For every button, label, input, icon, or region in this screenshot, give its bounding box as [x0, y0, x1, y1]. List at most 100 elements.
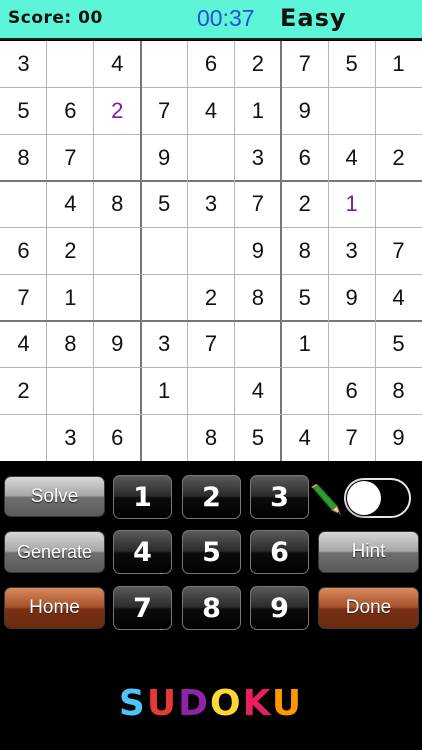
timer: 00:37 — [197, 5, 255, 31]
cell-r4-c7[interactable]: 2 — [281, 181, 328, 228]
cell-r6-c3[interactable] — [94, 274, 141, 321]
cell-r3-c6[interactable]: 3 — [234, 134, 281, 181]
cell-r1-c5[interactable]: 6 — [188, 41, 235, 88]
number-button-9[interactable]: 9 — [250, 586, 309, 630]
cell-r5-c9[interactable]: 7 — [375, 228, 422, 275]
cell-r1-c6[interactable]: 2 — [234, 41, 281, 88]
cell-r3-c3[interactable] — [94, 134, 141, 181]
cell-r2-c9[interactable] — [375, 88, 422, 135]
cell-r4-c9[interactable] — [375, 181, 422, 228]
cell-r3-c4[interactable]: 9 — [141, 134, 188, 181]
cell-r5-c3[interactable] — [94, 228, 141, 275]
pencil-icon[interactable] — [309, 484, 343, 516]
cell-r6-c6[interactable]: 8 — [234, 274, 281, 321]
cell-r1-c2[interactable] — [47, 41, 94, 88]
cell-r6-c2[interactable]: 1 — [47, 274, 94, 321]
cell-r9-c1[interactable] — [0, 414, 47, 461]
cell-r6-c5[interactable]: 2 — [188, 274, 235, 321]
grid-line — [0, 320, 422, 322]
cell-r7-c8[interactable] — [328, 321, 375, 368]
cell-r3-c1[interactable]: 8 — [0, 134, 47, 181]
cell-r1-c1[interactable]: 3 — [0, 41, 47, 88]
cell-r3-c8[interactable]: 4 — [328, 134, 375, 181]
cell-r7-c6[interactable] — [234, 321, 281, 368]
cell-r5-c4[interactable] — [141, 228, 188, 275]
cell-r2-c7[interactable]: 9 — [281, 88, 328, 135]
cell-r2-c5[interactable]: 4 — [188, 88, 235, 135]
cell-r5-c2[interactable]: 2 — [47, 228, 94, 275]
cell-r7-c7[interactable]: 1 — [281, 321, 328, 368]
cell-r8-c1[interactable]: 2 — [0, 368, 47, 415]
cell-r2-c4[interactable]: 7 — [141, 88, 188, 135]
cell-r4-c8[interactable]: 1 — [328, 181, 375, 228]
cell-r6-c7[interactable]: 5 — [281, 274, 328, 321]
cell-r5-c1[interactable]: 6 — [0, 228, 47, 275]
cell-r9-c4[interactable] — [141, 414, 188, 461]
cell-r4-c5[interactable]: 3 — [188, 181, 235, 228]
cell-r4-c2[interactable]: 4 — [47, 181, 94, 228]
cell-r9-c2[interactable]: 3 — [47, 414, 94, 461]
cell-r8-c8[interactable]: 6 — [328, 368, 375, 415]
pencil-mode-toggle[interactable] — [344, 478, 411, 518]
cell-r9-c7[interactable]: 4 — [281, 414, 328, 461]
title-letter: U — [146, 683, 179, 724]
generate-button[interactable]: Generate — [4, 531, 105, 573]
cell-r4-c6[interactable]: 7 — [234, 181, 281, 228]
cell-r3-c7[interactable]: 6 — [281, 134, 328, 181]
cell-r9-c6[interactable]: 5 — [234, 414, 281, 461]
home-button[interactable]: Home — [4, 587, 105, 629]
number-button-4[interactable]: 4 — [113, 530, 172, 574]
cell-r5-c6[interactable]: 9 — [234, 228, 281, 275]
cell-r7-c4[interactable]: 3 — [141, 321, 188, 368]
cell-r8-c5[interactable] — [188, 368, 235, 415]
cell-r9-c8[interactable]: 7 — [328, 414, 375, 461]
cell-r2-c3[interactable]: 2 — [94, 88, 141, 135]
cell-r8-c9[interactable]: 8 — [375, 368, 422, 415]
cell-r2-c1[interactable]: 5 — [0, 88, 47, 135]
cell-r4-c1[interactable] — [0, 181, 47, 228]
cell-r5-c7[interactable]: 8 — [281, 228, 328, 275]
solve-button[interactable]: Solve — [4, 476, 105, 517]
number-button-8[interactable]: 8 — [182, 586, 241, 630]
cell-r8-c6[interactable]: 4 — [234, 368, 281, 415]
cell-r3-c2[interactable]: 7 — [47, 134, 94, 181]
cell-r8-c2[interactable] — [47, 368, 94, 415]
cell-r9-c9[interactable]: 9 — [375, 414, 422, 461]
cell-r8-c4[interactable]: 1 — [141, 368, 188, 415]
cell-r7-c1[interactable]: 4 — [0, 321, 47, 368]
cell-r5-c8[interactable]: 3 — [328, 228, 375, 275]
cell-r6-c8[interactable]: 9 — [328, 274, 375, 321]
cell-r7-c9[interactable]: 5 — [375, 321, 422, 368]
cell-r1-c4[interactable] — [141, 41, 188, 88]
cell-r2-c6[interactable]: 1 — [234, 88, 281, 135]
cell-r6-c1[interactable]: 7 — [0, 274, 47, 321]
cell-r3-c9[interactable]: 2 — [375, 134, 422, 181]
cell-r9-c5[interactable]: 8 — [188, 414, 235, 461]
cell-r8-c3[interactable] — [94, 368, 141, 415]
number-button-1[interactable]: 1 — [113, 475, 172, 519]
number-button-2[interactable]: 2 — [182, 475, 241, 519]
cell-r6-c9[interactable]: 4 — [375, 274, 422, 321]
cell-r2-c8[interactable] — [328, 88, 375, 135]
cell-r8-c7[interactable] — [281, 368, 328, 415]
cell-r4-c3[interactable]: 8 — [94, 181, 141, 228]
number-button-5[interactable]: 5 — [182, 530, 241, 574]
number-button-6[interactable]: 6 — [250, 530, 309, 574]
cell-r4-c4[interactable]: 5 — [141, 181, 188, 228]
cell-r6-c4[interactable] — [141, 274, 188, 321]
cell-r7-c3[interactable]: 9 — [94, 321, 141, 368]
cell-r7-c5[interactable]: 7 — [188, 321, 235, 368]
number-button-3[interactable]: 3 — [250, 475, 309, 519]
done-button[interactable]: Done — [318, 587, 419, 629]
cell-r1-c8[interactable]: 5 — [328, 41, 375, 88]
cell-r1-c9[interactable]: 1 — [375, 41, 422, 88]
cell-r7-c2[interactable]: 8 — [47, 321, 94, 368]
number-button-7[interactable]: 7 — [113, 586, 172, 630]
hint-button[interactable]: Hint — [318, 531, 419, 573]
cell-r9-c3[interactable]: 6 — [94, 414, 141, 461]
cell-r3-c5[interactable] — [188, 134, 235, 181]
cell-r2-c2[interactable]: 6 — [47, 88, 94, 135]
cell-r1-c7[interactable]: 7 — [281, 41, 328, 88]
cell-r1-c3[interactable]: 4 — [94, 41, 141, 88]
cell-r5-c5[interactable] — [188, 228, 235, 275]
